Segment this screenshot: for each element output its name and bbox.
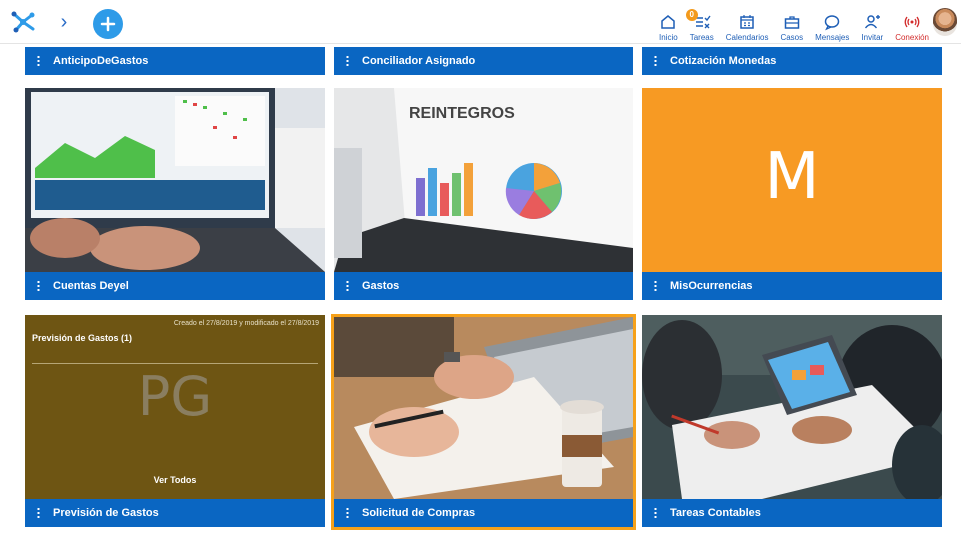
nav-label: Calendarios: [725, 33, 769, 42]
tile-image: REINTEGROS: [334, 88, 633, 272]
nav-conexion[interactable]: Conexión: [895, 13, 929, 42]
tile-menu-icon[interactable]: [37, 507, 40, 519]
view-all-link[interactable]: Ver Todos: [25, 475, 325, 485]
user-avatar[interactable]: [933, 8, 957, 36]
tile-menu-icon[interactable]: [37, 55, 40, 67]
tile-title: Previsión de Gastos: [53, 507, 159, 519]
tile-title: AnticipoDeGastos: [53, 55, 149, 67]
tile-bar: Previsión de Gastos: [25, 499, 325, 527]
tile-initials: PG: [137, 365, 213, 428]
tile-title: MisOcurrencias: [670, 280, 753, 292]
tile-conciliador-asignado[interactable]: Conciliador Asignado: [334, 47, 633, 75]
nav-label: Conexión: [895, 33, 929, 42]
tile-tareas-contables[interactable]: Tareas Contables: [642, 315, 942, 527]
nav-label: Inicio: [659, 33, 678, 42]
laptop-chart-image: REINTEGROS: [334, 88, 633, 272]
tile-menu-icon[interactable]: [346, 55, 349, 67]
created-modified-text: Creado el 27/8/2019 y modificado el 27/8…: [173, 320, 319, 327]
gastos-image-title: REINTEGROS: [409, 105, 515, 122]
tile-solicitud-de-compras[interactable]: Solicitud de Compras: [331, 314, 636, 530]
tile-cuentas-deyel[interactable]: Cuentas Deyel: [25, 88, 325, 300]
message-icon: [825, 15, 840, 31]
nav-label: Mensajes: [815, 33, 850, 42]
tile-title: Tareas Contables: [670, 507, 761, 519]
tasks-badge: 0: [685, 9, 698, 21]
plus-icon: [100, 16, 116, 32]
tile-bar: Gastos: [334, 272, 633, 300]
logo-icon[interactable]: [8, 8, 38, 36]
nav-calendarios[interactable]: Calendarios: [725, 13, 769, 42]
tile-bar: Cuentas Deyel: [25, 272, 325, 300]
tile-bar: MisOcurrencias: [642, 272, 942, 300]
connection-icon: [904, 16, 920, 28]
tile-image: [25, 88, 325, 272]
chevron-right-icon[interactable]: ›: [56, 10, 72, 34]
tile-title: Cotización Monedas: [670, 55, 777, 67]
tile-menu-icon[interactable]: [654, 507, 657, 519]
tile-misocurrencias[interactable]: M MisOcurrencias: [642, 88, 942, 300]
tile-title: Solicitud de Compras: [362, 507, 476, 519]
nav-label: Invitar: [861, 33, 884, 42]
tile-gastos[interactable]: REINTEGROS Gastos: [334, 88, 633, 300]
calendar-icon: [740, 15, 754, 29]
tile-image: [334, 317, 633, 499]
nav-casos[interactable]: Casos: [780, 13, 803, 42]
desk-writing-image: [334, 317, 633, 499]
tile-title: Conciliador Asignado: [362, 55, 476, 67]
invite-icon: [865, 15, 881, 29]
nav-invitar[interactable]: Invitar: [861, 13, 883, 42]
divider: [32, 363, 318, 364]
nav-mensajes[interactable]: Mensajes: [815, 13, 849, 42]
top-bar: › Inicio 0 Tareas Calendarios Casos Mens…: [0, 0, 961, 44]
tile-title: Cuentas Deyel: [53, 280, 129, 292]
tile-prevision-de-gastos[interactable]: Creado el 27/8/2019 y modificado el 27/8…: [25, 315, 325, 527]
tile-initial: M: [764, 140, 820, 214]
main-nav: Inicio 0 Tareas Calendarios Casos Mensaj…: [647, 6, 929, 42]
nav-label: Casos: [780, 33, 804, 42]
tile-menu-icon[interactable]: [654, 280, 657, 292]
tile-image: [642, 315, 942, 499]
tile-title: Gastos: [362, 280, 400, 292]
tile-cotizacion-monedas[interactable]: Cotización Monedas: [642, 47, 942, 75]
add-button[interactable]: [93, 9, 123, 39]
card-title: Previsión de Gastos (1): [32, 333, 133, 343]
home-icon: [661, 15, 676, 29]
briefcase-icon: [784, 16, 800, 29]
laptop-finance-image: [25, 88, 325, 272]
team-meeting-image: [642, 315, 942, 499]
tile-bar: Tareas Contables: [642, 499, 942, 527]
tile-menu-icon[interactable]: [37, 280, 40, 292]
tile-bar: Solicitud de Compras: [334, 499, 633, 527]
tile-menu-icon[interactable]: [346, 280, 349, 292]
nav-tareas[interactable]: 0 Tareas: [685, 9, 714, 42]
tile-anticipodegastos[interactable]: AnticipoDeGastos: [25, 47, 325, 75]
tile-menu-icon[interactable]: [654, 55, 657, 67]
nav-inicio[interactable]: Inicio: [659, 13, 678, 42]
nav-label: Tareas: [689, 33, 714, 42]
tile-menu-icon[interactable]: [346, 507, 349, 519]
